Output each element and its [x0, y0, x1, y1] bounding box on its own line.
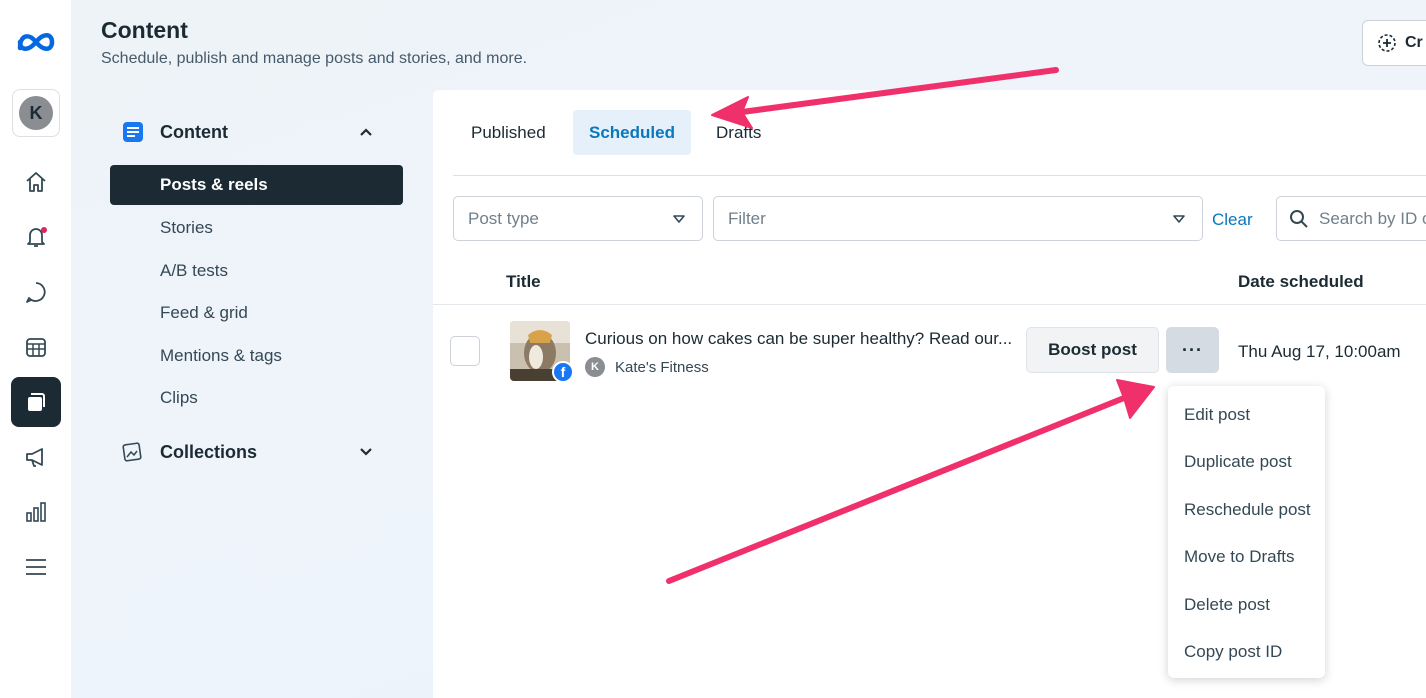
collections-icon [122, 442, 142, 462]
post-type-placeholder: Post type [468, 208, 539, 228]
content-list-icon [123, 122, 143, 142]
calendar-icon[interactable] [11, 322, 61, 372]
row-checkbox[interactable] [450, 336, 480, 366]
meta-logo-icon[interactable] [14, 26, 58, 58]
author-avatar: K [585, 357, 605, 377]
ads-icon[interactable] [11, 432, 61, 482]
nav-section-content[interactable]: Content [100, 110, 400, 154]
menu-item-edit-post[interactable]: Edit post [1184, 405, 1250, 425]
menu-item-delete-post[interactable]: Delete post [1184, 595, 1270, 615]
page-subtitle: Schedule, publish and manage posts and s… [101, 50, 528, 67]
caret-down-icon [1173, 215, 1185, 223]
home-icon[interactable] [11, 157, 61, 207]
boost-post-button[interactable]: Boost post [1026, 327, 1159, 373]
post-type-select[interactable]: Post type [453, 196, 703, 241]
notifications-icon[interactable] [11, 212, 61, 262]
sidebar-item-feed-grid[interactable]: Feed & grid [110, 293, 403, 333]
post-author: K Kate's Fitness [585, 357, 709, 377]
search-icon [1290, 209, 1308, 228]
nav-section-label: Content [160, 121, 228, 142]
date-scheduled-value: Thu Aug 17, 10:00am [1238, 342, 1401, 361]
post-options-menu: Edit post Duplicate post Reschedule post… [1168, 386, 1325, 678]
search-placeholder: Search by ID or [1319, 208, 1426, 228]
menu-item-duplicate-post[interactable]: Duplicate post [1184, 452, 1292, 472]
create-button[interactable]: Cr [1362, 20, 1426, 66]
more-options-button[interactable]: ··· [1166, 327, 1219, 373]
chat-icon[interactable] [11, 267, 61, 317]
notification-dot [41, 227, 47, 233]
chevron-up-icon [360, 128, 372, 136]
caret-down-icon [673, 215, 685, 223]
facebook-icon: f [552, 361, 574, 383]
sidebar-item-ab-tests[interactable]: A/B tests [110, 251, 403, 291]
tab-published[interactable]: Published [455, 110, 562, 155]
page-title: Content [101, 17, 188, 43]
author-name: Kate's Fitness [615, 358, 709, 376]
tab-divider [453, 175, 1426, 176]
column-header-date[interactable]: Date scheduled [1238, 272, 1364, 292]
search-input[interactable]: Search by ID or [1276, 196, 1426, 241]
sidebar-item-mentions-tags[interactable]: Mentions & tags [110, 336, 403, 376]
tab-drafts[interactable]: Drafts [700, 110, 777, 155]
column-header-title[interactable]: Title [506, 272, 541, 292]
header-divider [433, 304, 1426, 305]
sidebar-item-posts-reels[interactable]: Posts & reels [110, 165, 403, 205]
content-icon[interactable] [11, 377, 61, 427]
filter-placeholder: Filter [728, 208, 766, 228]
left-rail: K [0, 0, 71, 698]
tab-scheduled[interactable]: Scheduled [573, 110, 691, 155]
menu-icon[interactable] [11, 542, 61, 592]
sidebar-item-clips[interactable]: Clips [110, 378, 403, 418]
clear-filters-link[interactable]: Clear [1212, 210, 1253, 230]
menu-item-copy-post-id[interactable]: Copy post ID [1184, 642, 1282, 662]
menu-item-move-to-drafts[interactable]: Move to Drafts [1184, 547, 1295, 567]
chevron-down-icon [360, 448, 372, 456]
account-avatar[interactable]: K [12, 89, 60, 137]
nav-section-label: Collections [160, 441, 258, 462]
sidebar-item-stories[interactable]: Stories [110, 208, 403, 248]
create-button-label: Cr [1405, 34, 1423, 51]
menu-item-reschedule-post[interactable]: Reschedule post [1184, 500, 1311, 520]
content-panel: Published Scheduled Drafts Post type Fil… [433, 90, 1426, 698]
nav-section-collections[interactable]: Collections [100, 430, 400, 474]
filter-select[interactable]: Filter [713, 196, 1203, 241]
insights-icon[interactable] [11, 487, 61, 537]
post-caption[interactable]: Curious on how cakes can be super health… [585, 329, 1012, 349]
avatar-letter: K [19, 96, 53, 130]
create-plus-icon [1378, 34, 1396, 52]
